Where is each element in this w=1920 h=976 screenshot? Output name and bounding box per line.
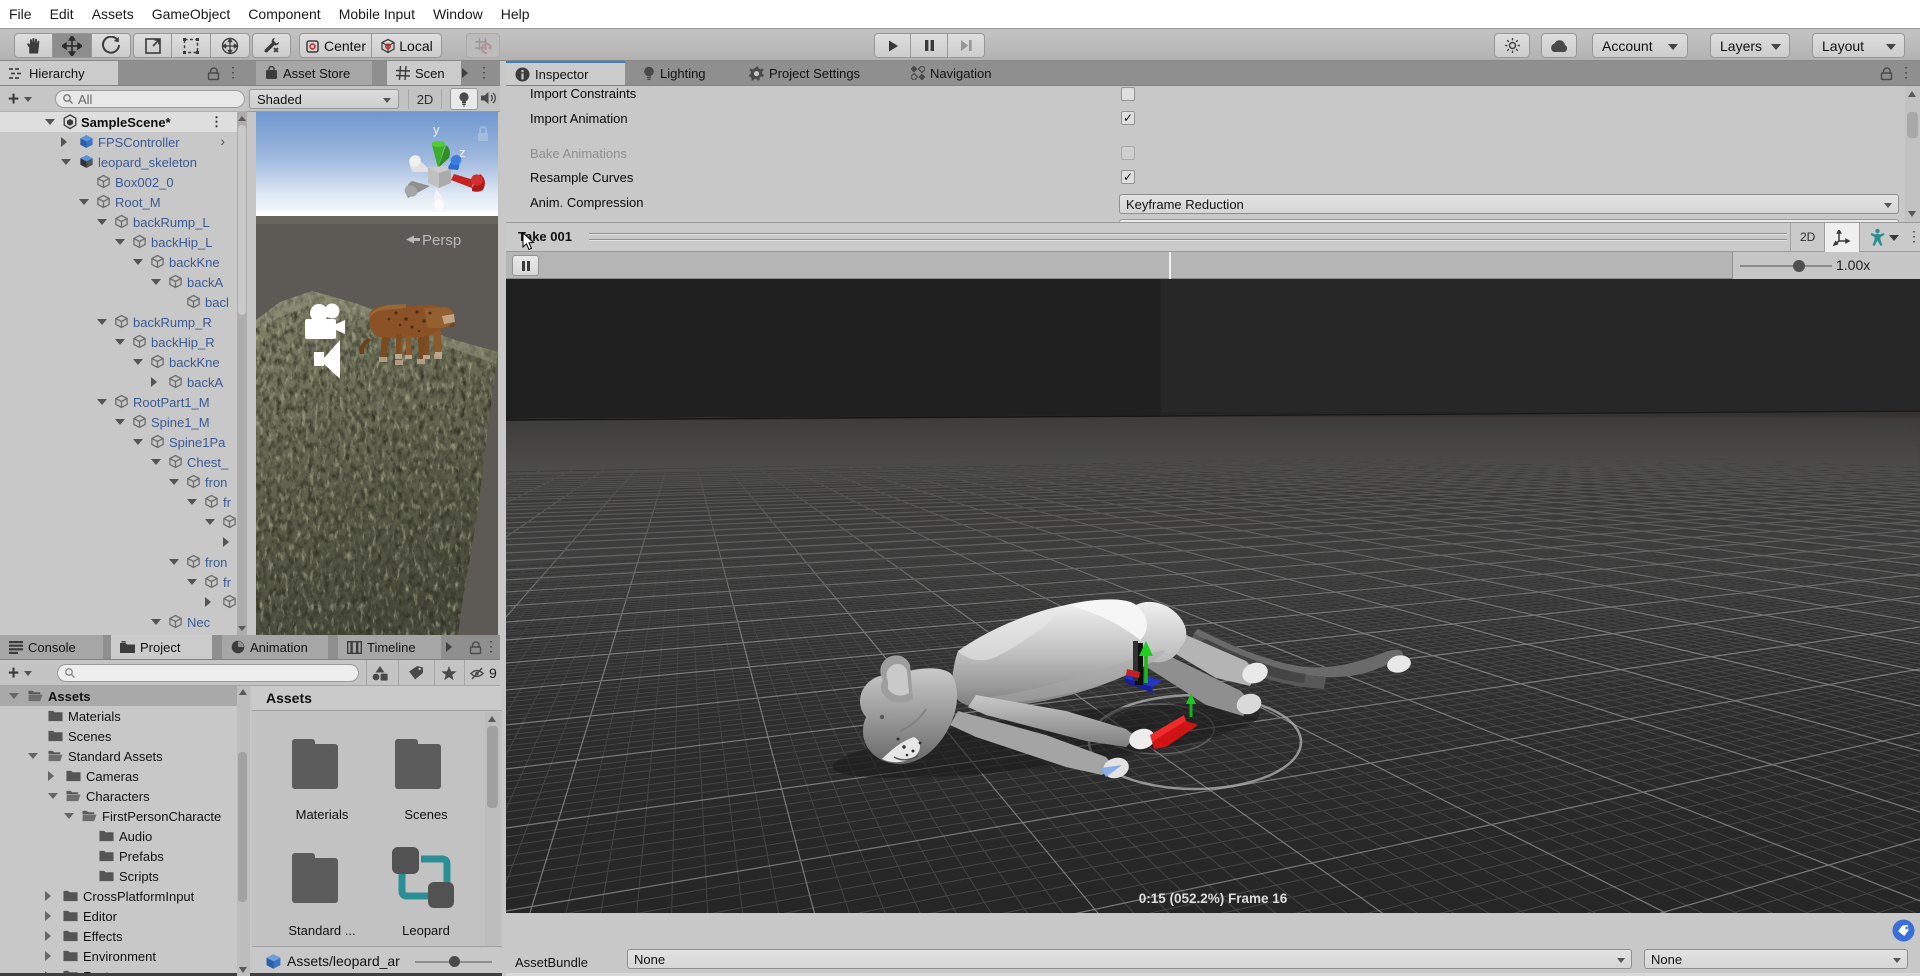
svg-text:0:15 (052.2%) Frame 16: 0:15 (052.2%) Frame 16 [1139,891,1288,906]
svg-text:Persp: Persp [422,232,461,249]
svg-text:y: y [433,122,440,137]
